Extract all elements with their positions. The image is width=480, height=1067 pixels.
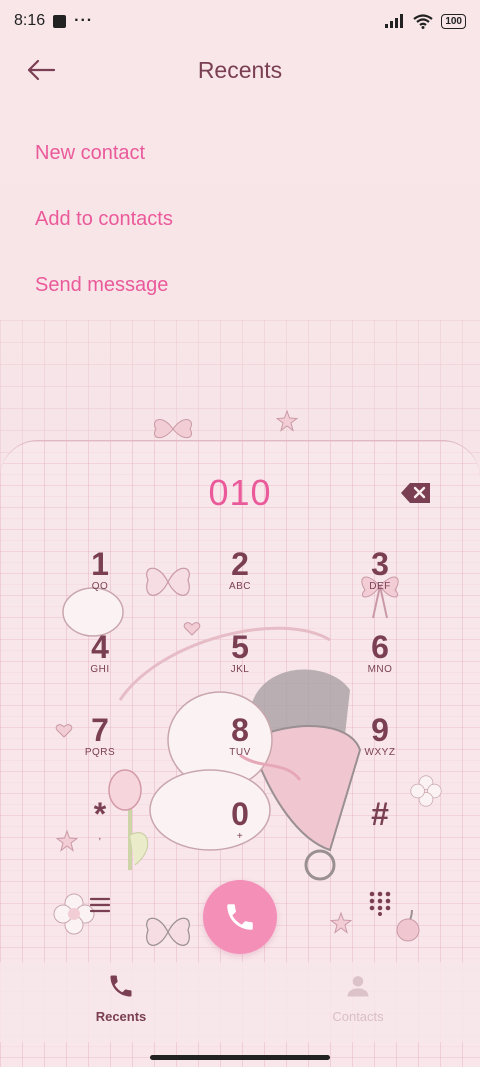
- key-letters: TUV: [229, 747, 251, 758]
- arrow-left-icon: [27, 59, 56, 81]
- key-letters: ABC: [228, 581, 252, 592]
- key-digit: 7: [91, 712, 109, 748]
- tab-contacts[interactable]: Contacts: [298, 972, 418, 1024]
- header: Recents: [0, 44, 480, 96]
- more-notifications-icon: ···: [74, 12, 94, 29]
- dialpad-toggle-button[interactable]: [367, 890, 393, 916]
- status-time: 8:16: [14, 12, 46, 29]
- key-8[interactable]: 8 TUV: [195, 713, 285, 783]
- key-digit: 2: [231, 546, 249, 582]
- person-icon: [347, 976, 369, 997]
- tab-recents-label: Recents: [95, 1009, 147, 1024]
- key-6[interactable]: 6 MNO: [335, 630, 425, 700]
- key-4[interactable]: 4 GHI: [55, 630, 145, 700]
- key-letters: DEF: [369, 581, 391, 592]
- key-7[interactable]: 7 PQRS: [55, 713, 145, 783]
- home-indicator[interactable]: [150, 1055, 330, 1060]
- add-to-contacts-option[interactable]: Add to contacts: [35, 186, 173, 252]
- key-digit: #: [371, 796, 389, 832]
- new-contact-option[interactable]: New contact: [35, 120, 173, 186]
- key-hash[interactable]: #: [335, 797, 425, 867]
- key-letters: JKL: [230, 664, 250, 675]
- send-message-option[interactable]: Send message: [35, 252, 173, 318]
- tab-contacts-label: Contacts: [332, 1009, 384, 1024]
- phone-icon: [227, 904, 253, 930]
- options-menu: New contact Add to contacts Send message: [35, 120, 173, 318]
- key-digit: 1: [91, 546, 109, 582]
- key-digit: 0: [231, 796, 249, 832]
- call-button[interactable]: [203, 880, 277, 954]
- key-5[interactable]: 5 JKL: [195, 630, 285, 700]
- status-bar: 8:16 ··· 100: [0, 0, 480, 42]
- key-letters: MNO: [367, 664, 393, 675]
- key-star[interactable]: * ,: [55, 797, 145, 867]
- tab-recents[interactable]: Recents: [61, 972, 181, 1024]
- phone-icon: [110, 975, 132, 997]
- key-9[interactable]: 9 WXYZ: [335, 713, 425, 783]
- key-letters: +: [236, 831, 244, 842]
- key-letters: GHI: [90, 664, 110, 675]
- key-letters: PQRS: [84, 747, 116, 758]
- key-digit: 5: [231, 629, 249, 665]
- key-letters: WXYZ: [364, 747, 396, 758]
- signal-icon: [385, 14, 404, 28]
- menu-button[interactable]: [88, 893, 112, 917]
- key-digit: 8: [231, 712, 249, 748]
- backspace-icon: [401, 483, 430, 503]
- key-digit: 9: [371, 712, 389, 748]
- menu-icon: [89, 897, 111, 913]
- dialpad-icon: [369, 891, 391, 916]
- key-digit: 3: [371, 546, 389, 582]
- key-letters: QO: [91, 581, 109, 592]
- key-3[interactable]: 3 DEF: [335, 547, 425, 617]
- page-title: Recents: [197, 56, 283, 83]
- wifi-icon: [413, 13, 433, 29]
- key-digit: 4: [91, 629, 109, 665]
- key-digit: 6: [371, 629, 389, 665]
- key-letters: ,: [98, 831, 102, 842]
- back-button[interactable]: [24, 56, 58, 84]
- battery-icon: 100: [441, 13, 466, 29]
- key-0[interactable]: 0 +: [195, 797, 285, 867]
- bottom-navigation: Recents Contacts: [0, 962, 480, 1042]
- key-1[interactable]: 1 QO: [55, 547, 145, 617]
- key-2[interactable]: 2 ABC: [195, 547, 285, 617]
- backspace-button[interactable]: [400, 482, 432, 504]
- key-digit: *: [93, 796, 107, 832]
- notification-icon: [53, 14, 67, 28]
